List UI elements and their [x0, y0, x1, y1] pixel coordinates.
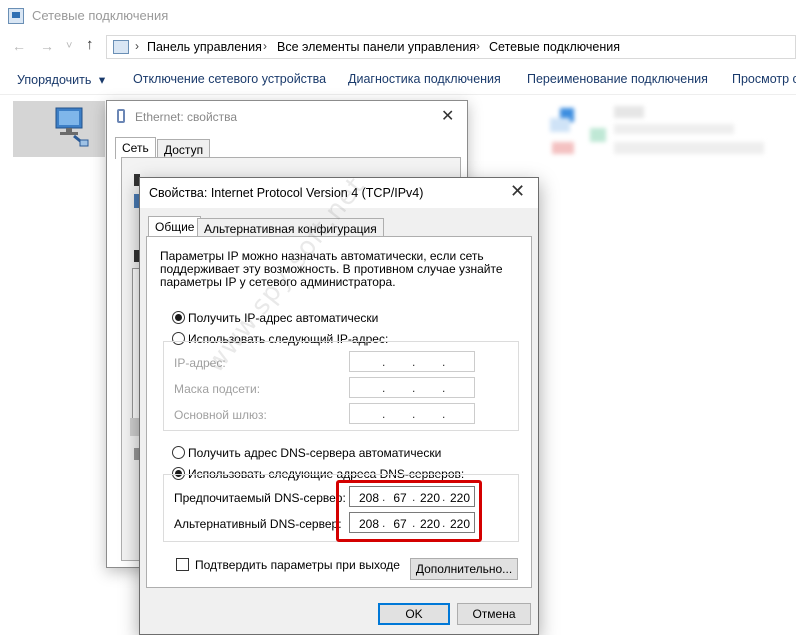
default-gateway-field[interactable]: ... [349, 403, 475, 424]
forward-arrow-icon[interactable]: → [40, 38, 54, 54]
advanced-button[interactable]: Дополнительно... [410, 558, 518, 580]
tab-sharing[interactable]: Доступ [157, 139, 211, 159]
back-arrow-icon[interactable]: ← [12, 38, 26, 54]
breadcrumb-control-panel[interactable]: Панель управления [147, 40, 262, 54]
window-title: Сетевые подключения [32, 8, 169, 23]
tab-general[interactable]: Общие [148, 216, 202, 238]
network-connections-app-icon [8, 8, 24, 24]
command-bar: Упорядочить ▾ Отключение сетевого устрой… [0, 64, 796, 95]
tab-network[interactable]: Сеть [115, 137, 156, 159]
diagnose-connection-button[interactable]: Диагностика подключения [348, 72, 501, 86]
default-gateway-label: Основной шлюз: [174, 408, 267, 422]
view-status-button[interactable]: Просмотр с [732, 72, 796, 86]
alternate-dns-label: Альтернативный DNS-сервер: [174, 517, 342, 531]
subnet-mask-label: Маска подсети: [174, 382, 261, 396]
breadcrumb-separator: › [476, 39, 480, 53]
rename-connection-button[interactable]: Переименование подключения [527, 72, 708, 86]
validate-on-exit-label: Подтвердить параметры при выходе [195, 558, 400, 572]
dns-auto-radio[interactable] [172, 446, 185, 459]
dns-highlight-frame [336, 480, 482, 542]
breadcrumb-all-items[interactable]: Все элементы панели управления [277, 40, 476, 54]
recent-locations-chevron-icon[interactable]: ˅ [66, 40, 72, 52]
ip-address-field[interactable]: ... [349, 351, 475, 372]
chevron-down-icon: ▾ [98, 73, 106, 87]
blurred-connection-tile[interactable] [550, 104, 770, 158]
breadcrumb-separator: › [263, 39, 267, 53]
preferred-dns-label: Предпочитаемый DNS-сервер: [174, 491, 346, 505]
address-bar[interactable]: › Панель управления › Все элементы панел… [106, 35, 796, 59]
dns-auto-label: Получить адрес DNS-сервера автоматически [188, 446, 442, 460]
control-panel-icon [113, 40, 129, 54]
tab-alternate-configuration[interactable]: Альтернативная конфигурация [197, 218, 384, 238]
close-icon[interactable]: ✕ [510, 181, 525, 202]
ethernet-window-title: Ethernet: свойства [135, 110, 238, 124]
breadcrumb-separator: › [135, 39, 139, 53]
network-adapter-icon [55, 107, 89, 147]
explorer-title-bar: Сетевые подключения [0, 0, 796, 32]
up-arrow-icon[interactable]: ↑ [86, 36, 94, 53]
organize-menu[interactable]: Упорядочить ▾ [17, 72, 105, 87]
cancel-button[interactable]: Отмена [457, 603, 531, 625]
breadcrumb-network-connections[interactable]: Сетевые подключения [489, 40, 620, 54]
organize-label: Упорядочить [17, 73, 92, 87]
close-icon[interactable]: ✕ [441, 106, 454, 126]
validate-on-exit-checkbox[interactable] [176, 558, 189, 571]
ipv4-properties-dialog: Свойства: Internet Protocol Version 4 (T… [139, 177, 539, 635]
ip-auto-radio[interactable] [172, 311, 185, 324]
ipv4-dialog-title: Свойства: Internet Protocol Version 4 (T… [149, 186, 424, 200]
disable-device-button[interactable]: Отключение сетевого устройства [133, 72, 326, 86]
ethernet-icon [117, 109, 125, 123]
subnet-mask-field[interactable]: ... [349, 377, 475, 398]
ok-button[interactable]: OK [378, 603, 450, 625]
ip-auto-label: Получить IP-адрес автоматически [188, 311, 379, 325]
